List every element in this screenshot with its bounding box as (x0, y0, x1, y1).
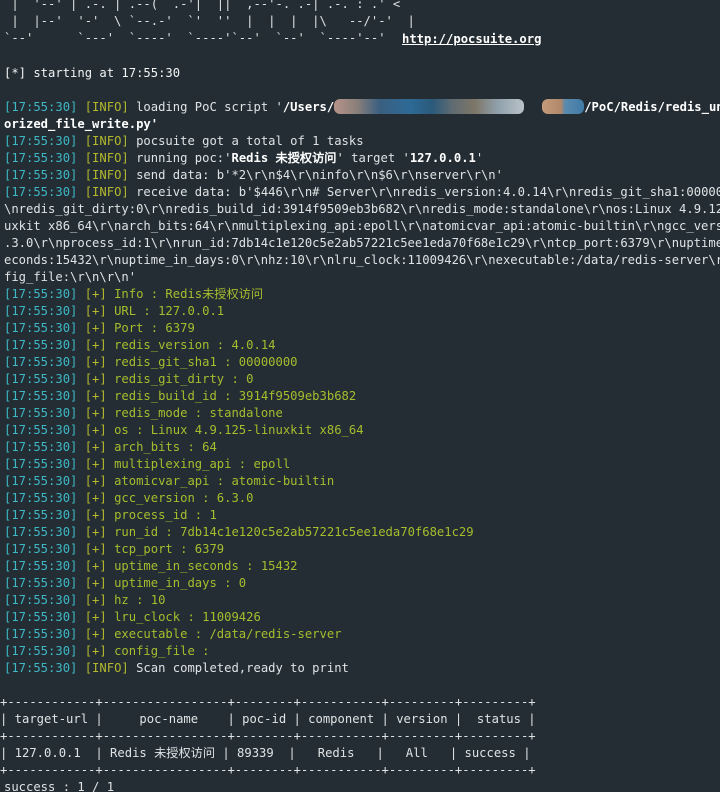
result-line: [17:55:30] [+] gcc_version : 6.3.0 (4, 491, 254, 505)
result-line: [17:55:30] [+] redis_mode : standalone (4, 406, 283, 420)
log-line-receive-wrap-5: fig_file:\r\n\r\n' (4, 270, 137, 284)
redacted-username-block (334, 99, 525, 114)
result-line: [17:55:30] [+] multiplexing_api : epoll (4, 457, 291, 471)
banner-art-line-2: | |--' '-' \ `--.-' `' '' | | | |\ --/'-… (4, 14, 415, 28)
log-line-loading: [17:55:30] [INFO] loading PoC script '/U… (4, 99, 720, 114)
log-line-receive-wrap-1: \nredis_git_dirty:0\r\nredis_build_id:39… (4, 202, 720, 216)
result-line: [17:55:30] [+] Port : 6379 (4, 321, 195, 335)
result-line: [17:55:30] [+] process_id : 1 (4, 508, 217, 522)
result-line: [17:55:30] [+] atomicvar_api : atomic-bu… (4, 474, 335, 488)
result-line: [17:55:30] [+] Info : Redis未授权访问 (4, 287, 264, 301)
terminal-window[interactable]: | '--' | .-. | .--( .-'| || ,--'-. .-| .… (0, 0, 720, 792)
log-line-receive-wrap-4: econds:15432\r\nuptime_in_days:0\r\nhz:1… (4, 253, 720, 267)
result-line: [17:55:30] [+] executable : /data/redis-… (4, 627, 342, 641)
log-line-receive-wrap-2: uxkit x86_64\r\narch_bits:64\r\nmultiple… (4, 219, 720, 233)
result-line: [17:55:30] [+] uptime_in_seconds : 15432 (4, 559, 298, 573)
result-line: [17:55:30] [+] arch_bits : 64 (4, 440, 217, 454)
result-line: [17:55:30] [+] redis_git_dirty : 0 (4, 372, 254, 386)
banner-art-line-3: `--' `---' `----' `----'`--' `--' `----'… (4, 31, 401, 45)
result-line: [17:55:30] [+] redis_version : 4.0.14 (4, 338, 276, 352)
starting-line: [*] starting at 17:55:30 (4, 66, 181, 80)
result-line: [17:55:30] [+] redis_build_id : 3914f950… (4, 389, 357, 403)
log-line-got-tasks: [17:55:30] [INFO] pocsuite got a total o… (4, 134, 364, 148)
result-line: [17:55:30] [+] URL : 127.0.0.1 (4, 304, 225, 318)
log-line-send-data: [17:55:30] [INFO] send data: b'*2\r\n$4\… (4, 168, 503, 182)
log-line-loading-wrap: orized_file_write.py' (4, 117, 159, 131)
result-table-border-bottom: +------------+-----------------+--------… (0, 763, 536, 777)
log-line-receive-wrap-3: .3.0\r\nprocess_id:1\r\nrun_id:7db14c1e1… (4, 236, 720, 250)
result-line: [17:55:30] [+] redis_git_sha1 : 00000000 (4, 355, 298, 369)
log-line-running-poc: [17:55:30] [INFO] running poc:'Redis 未授权… (4, 151, 484, 165)
redacted-path-block (542, 99, 585, 114)
result-line: [17:55:30] [+] run_id : 7db14c1e120c5e2a… (4, 525, 474, 539)
result-line: [17:55:30] [+] hz : 10 (4, 593, 166, 607)
result-line: [17:55:30] [+] uptime_in_days : 0 (4, 576, 247, 590)
result-table-row: | 127.0.0.1 | Redis 未授权访问 | 89339 | Redi… (0, 746, 531, 760)
result-line: [17:55:30] [+] os : Linux 4.9.125-linuxk… (4, 423, 364, 437)
result-line: [17:55:30] [+] tcp_port : 6379 (4, 542, 225, 556)
result-line: [17:55:30] [+] config_file : (4, 644, 210, 658)
banner-url-link[interactable]: http://pocsuite.org (402, 31, 541, 48)
result-table-header: | target-url | poc-name | poc-id | compo… (0, 712, 536, 726)
result-table-border-top: +------------+-----------------+--------… (0, 695, 536, 709)
log-line-receive-data: [17:55:30] [INFO] receive data: b'$446\r… (4, 185, 720, 199)
banner-art-line-1: | '--' | .-. | .--( .-'| || ,--'-. .-| .… (4, 0, 401, 11)
log-line-scan-completed: [17:55:30] [INFO] Scan completed,ready t… (4, 661, 349, 675)
result-line: [17:55:30] [+] lru_clock : 11009426 (4, 610, 261, 624)
summary-line: success : 1 / 1 (4, 780, 115, 792)
result-table-border-mid: +------------+-----------------+--------… (0, 729, 536, 743)
